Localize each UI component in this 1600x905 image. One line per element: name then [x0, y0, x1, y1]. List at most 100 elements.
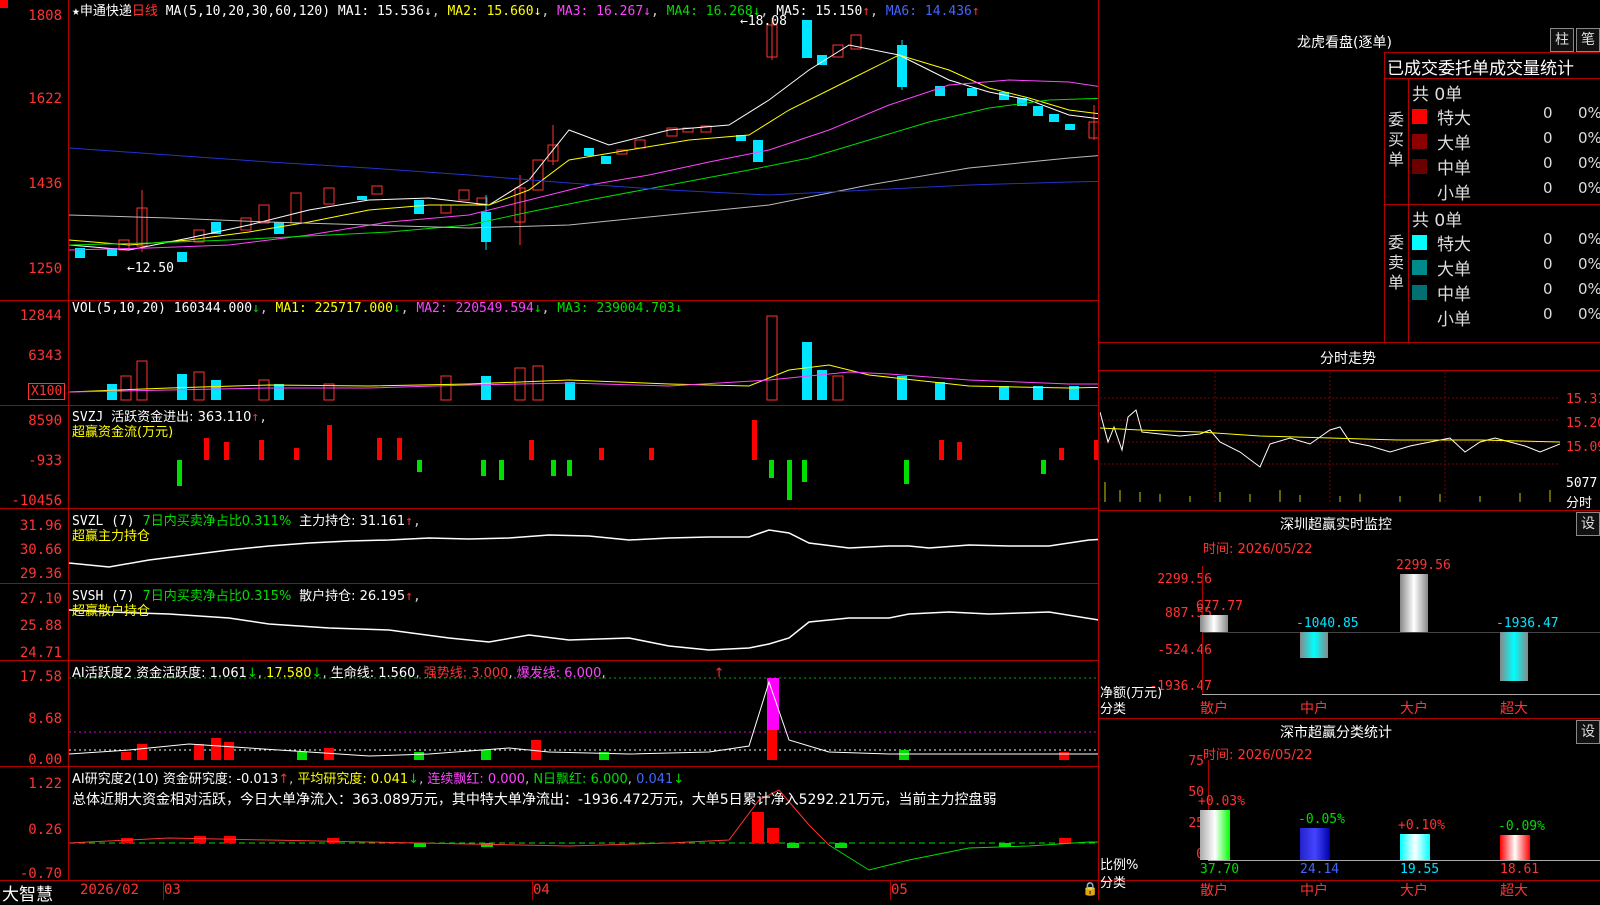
buy-swatch	[1412, 109, 1427, 124]
class-category: 超大	[1500, 883, 1528, 899]
buy-label: 委买单	[1388, 110, 1405, 169]
ma-header: MA(5,10,20,30,60,120)	[165, 4, 331, 19]
class-ytick: 25	[1188, 816, 1204, 831]
class-category: 大户	[1400, 883, 1428, 899]
class-xlabel: 分类	[1100, 876, 1127, 891]
class-bar-value: 24.14	[1300, 862, 1340, 877]
xaxis-label: 05	[891, 882, 908, 898]
ytick-svzj: -933	[28, 453, 62, 469]
sz-bar[interactable]	[1500, 632, 1528, 681]
ytick-ai1: 0.00	[28, 752, 62, 768]
sz-xlabel: 分类	[1100, 702, 1127, 717]
ytick-vol: 6343	[28, 348, 62, 364]
period-label[interactable]: 日线	[132, 4, 158, 19]
svzj-sub: 超赢资金流(万元)	[72, 425, 174, 440]
high-marker: ←18.08	[740, 14, 787, 29]
class-bar-value: 19.55	[1400, 862, 1440, 877]
buy-count: 0	[1543, 129, 1553, 147]
ytick-svzl: 29.36	[19, 566, 62, 582]
ytick-svsh: 24.71	[19, 645, 62, 661]
class-ylabel: 比例%	[1100, 858, 1139, 873]
buy-size-label: 大单	[1437, 134, 1471, 154]
intraday-vol-tick: 5077	[1566, 476, 1598, 491]
class-bar[interactable]	[1200, 809, 1230, 860]
main-header: ★申通快递日线 MA(5,10,20,30,60,120) MA1: 15.53…	[72, 4, 980, 19]
class-ytick: 75	[1188, 754, 1204, 769]
lhkp-inner-border	[1408, 78, 1409, 342]
sz-baseline	[1202, 694, 1600, 695]
sz-category: 中户	[1300, 701, 1328, 717]
ytick-svzl: 30.66	[19, 542, 62, 558]
intraday-chart[interactable]	[1100, 372, 1560, 510]
class-bar-value: 37.70	[1200, 862, 1240, 877]
candles	[75, 18, 1098, 262]
sz-bar[interactable]	[1300, 632, 1328, 659]
sell-size-label: 大单	[1437, 260, 1471, 280]
xaxis-label: 2026/02	[80, 882, 140, 898]
buy-swatch	[1412, 184, 1427, 199]
buy-swatch	[1412, 159, 1427, 174]
ytick-ai2: 0.26	[28, 822, 62, 838]
buy-pct: 0%	[1578, 129, 1600, 147]
sz-time: 时间: 2026/05/22	[1203, 542, 1313, 557]
ytick-svsh: 27.10	[19, 591, 62, 607]
intraday-ytick: 15.20	[1566, 416, 1600, 431]
ytick-ai2: 1.22	[28, 776, 62, 792]
class-settings-button[interactable]: 设	[1576, 720, 1600, 744]
sz-bar[interactable]	[1200, 614, 1228, 633]
intraday-bottom	[1098, 510, 1600, 511]
sz-category: 超大	[1500, 701, 1528, 717]
sz-bar-value: -1040.85	[1296, 616, 1359, 632]
xaxis-label: 03	[164, 882, 181, 898]
xaxis-label: 04	[533, 882, 550, 898]
sell-swatch	[1412, 260, 1427, 275]
lhkp-left-border	[1384, 52, 1385, 342]
sell-label: 委卖单	[1388, 233, 1405, 292]
class-bar[interactable]	[1400, 833, 1430, 860]
sell-swatch	[1412, 310, 1427, 325]
bar-mode-button[interactable]: 柱	[1550, 28, 1574, 52]
intraday-ytick: 15.09	[1566, 440, 1600, 455]
ytick-svsh: 25.88	[19, 618, 62, 634]
class-bar[interactable]	[1300, 827, 1330, 860]
vol-unit-button[interactable]: X100	[28, 383, 66, 400]
tick-mode-button[interactable]: 笔	[1576, 28, 1600, 52]
sell-total: 共 0单	[1412, 211, 1463, 231]
sz-bar[interactable]	[1400, 574, 1428, 633]
class-bar-pct: -0.09%	[1498, 819, 1545, 835]
corner-marker	[0, 0, 8, 8]
buy-swatch	[1412, 134, 1427, 149]
intraday-ytick: 15.31	[1566, 392, 1600, 407]
sell-count: 0	[1543, 280, 1553, 298]
chart-canvas[interactable]	[69, 0, 1098, 880]
xaxis-tick	[532, 880, 533, 900]
buy-count: 0	[1543, 104, 1553, 122]
sell-pct: 0%	[1578, 280, 1600, 298]
ma5-value: MA5: 15.150	[776, 4, 863, 19]
class-bar-pct: +0.10%	[1398, 817, 1445, 833]
buy-count: 0	[1543, 179, 1553, 197]
sell-pct: 0%	[1578, 305, 1600, 323]
sell-swatch	[1412, 235, 1427, 250]
lhkp-sep	[1384, 78, 1600, 79]
sz-settings-button[interactable]: 设	[1576, 512, 1600, 536]
vol-header: VOL(5,10,20) 160344.000↓, MA1: 225717.00…	[72, 301, 683, 316]
star-icon[interactable]: ★	[72, 4, 80, 19]
sz-bottom	[1098, 718, 1600, 719]
buy-pct: 0%	[1578, 154, 1600, 172]
class-bar-pct: +0.03%	[1198, 793, 1245, 809]
buy-count: 0	[1543, 154, 1553, 172]
lhkp-tabs[interactable]: 已成交委托单成交量统计	[1387, 54, 1574, 79]
sz-bar-value: 677.77	[1196, 598, 1243, 614]
sell-count: 0	[1543, 255, 1553, 273]
sz-bar-value: 2299.56	[1396, 558, 1451, 573]
class-bar[interactable]	[1500, 835, 1530, 860]
stock-name: 申通快递	[79, 4, 132, 19]
ytick-main: 1250	[28, 261, 62, 277]
xaxis-tick	[890, 880, 891, 900]
buy-total: 共 0单	[1412, 85, 1463, 105]
xaxis-tick	[163, 880, 164, 900]
buy-pct: 0%	[1578, 104, 1600, 122]
sz-zero-line	[1202, 632, 1600, 633]
lock-icon[interactable]: 🔒	[1082, 882, 1098, 897]
